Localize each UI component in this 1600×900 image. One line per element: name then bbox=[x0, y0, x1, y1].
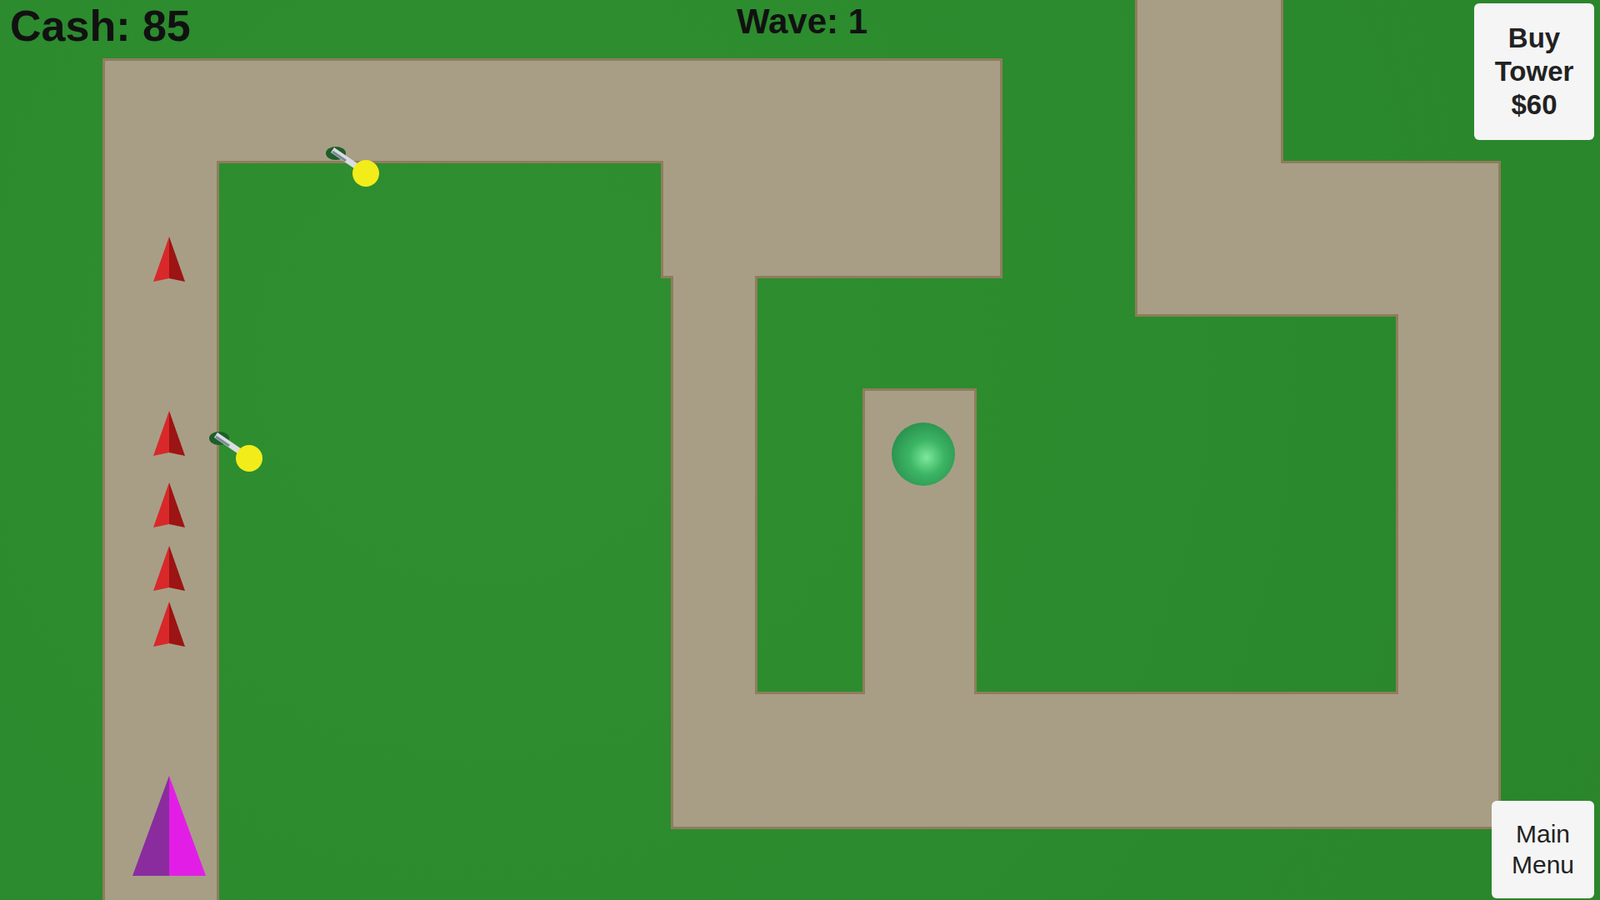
goal-orb bbox=[891, 422, 955, 486]
hud-bar: Cash: 85 Wave: 1 Buy Tower $60 bbox=[0, 0, 1600, 140]
enemy-icon bbox=[153, 236, 185, 282]
base-pyramid-icon bbox=[132, 775, 206, 876]
enemy-icon bbox=[153, 482, 185, 528]
enemy-path bbox=[673, 694, 1499, 827]
cash-label: Cash: 85 bbox=[10, 0, 191, 52]
enemy-path bbox=[105, 60, 217, 900]
wave-label: Wave: 1 bbox=[736, 0, 868, 45]
enemy-icon bbox=[153, 410, 185, 456]
tower-icon[interactable] bbox=[320, 136, 388, 187]
enemy-icon bbox=[153, 601, 185, 647]
buy-tower-button[interactable]: Buy Tower $60 bbox=[1474, 3, 1595, 140]
enemy-path bbox=[1137, 0, 1281, 315]
main-menu-button[interactable]: Main Menu bbox=[1491, 800, 1595, 899]
tower-icon[interactable] bbox=[204, 421, 271, 472]
game-map[interactable]: Cash: 85 Wave: 1 Buy Tower $60 Main Menu bbox=[0, 0, 1600, 900]
enemy-icon bbox=[153, 545, 185, 591]
